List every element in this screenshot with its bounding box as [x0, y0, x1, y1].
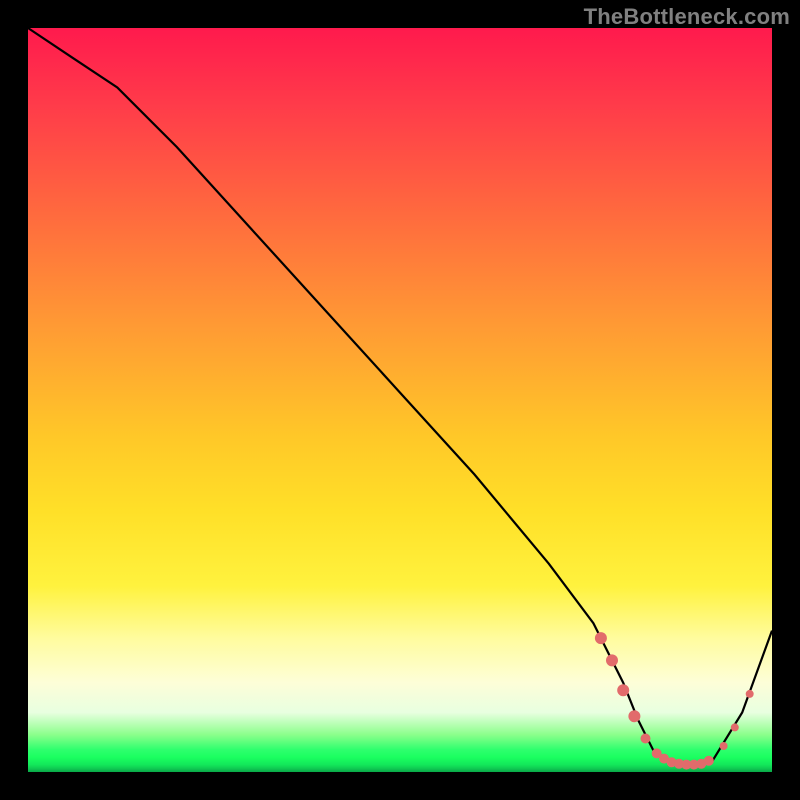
- bottleneck-curve: [28, 28, 772, 765]
- chart-svg: [28, 28, 772, 772]
- chart-frame: TheBottleneck.com: [0, 0, 800, 800]
- curve-markers: [595, 632, 754, 770]
- curve-marker: [606, 654, 618, 666]
- curve-marker: [746, 690, 754, 698]
- curve-marker: [704, 756, 714, 766]
- curve-marker: [731, 723, 739, 731]
- curve-marker: [641, 734, 651, 744]
- watermark-label: TheBottleneck.com: [584, 4, 790, 30]
- curve-marker: [617, 684, 629, 696]
- chart-plot-area: [28, 28, 772, 772]
- curve-marker: [720, 742, 728, 750]
- curve-marker: [628, 710, 640, 722]
- curve-marker: [595, 632, 607, 644]
